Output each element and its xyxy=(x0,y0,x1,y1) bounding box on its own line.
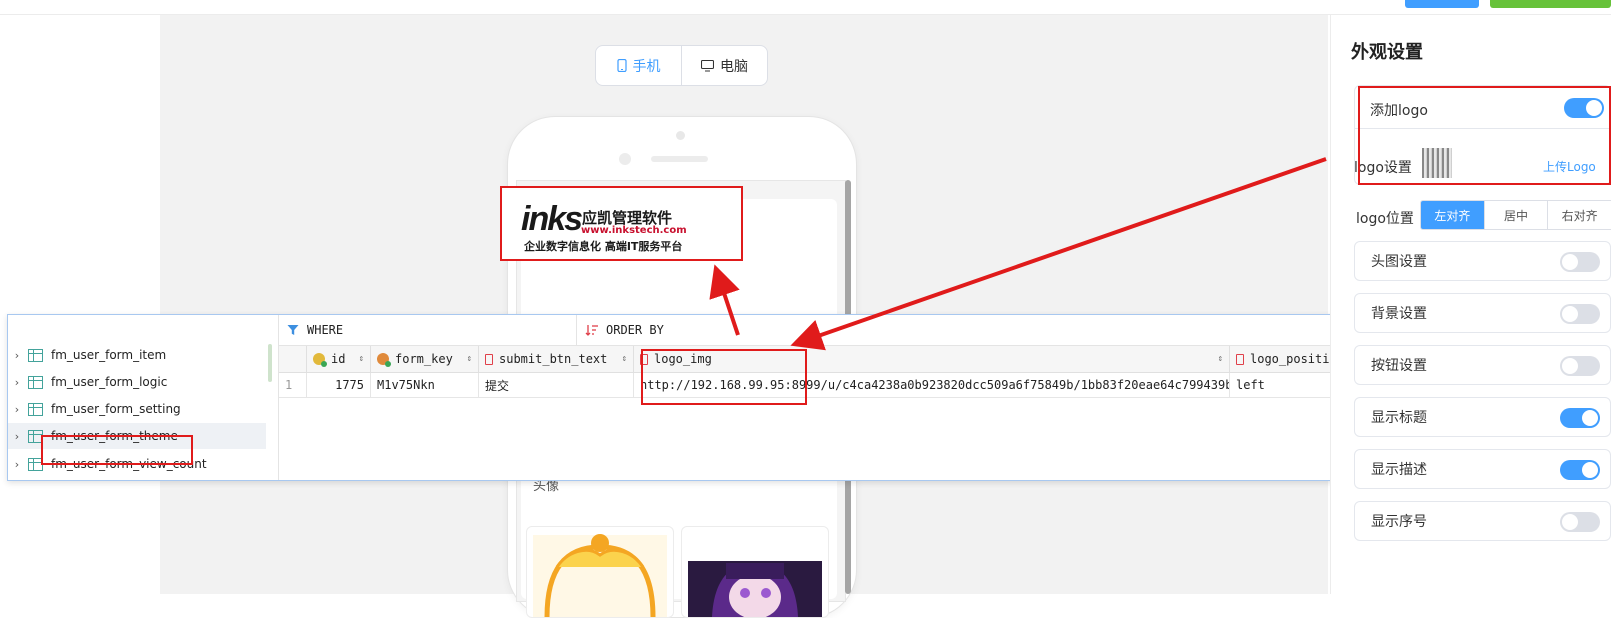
brand-slogan: 企业数字信息化 高端IT服务平台 xyxy=(524,240,683,253)
image-option-2[interactable] xyxy=(681,526,829,618)
chevron-right-icon[interactable]: › xyxy=(8,458,26,471)
grid-header: id ⇕ form_key ⇕ submit_btn_text ⇕ logo_i… xyxy=(279,346,1364,373)
banner-setting: 头图设置 xyxy=(1354,241,1611,281)
tree-item[interactable]: › fm_user_form_setting xyxy=(8,396,266,422)
banner-toggle[interactable] xyxy=(1560,252,1600,272)
table-icon xyxy=(28,402,43,416)
tree-item[interactable]: › fm_user_form_item xyxy=(8,342,266,368)
table-icon xyxy=(28,348,43,362)
anime-avatar-image xyxy=(533,534,667,617)
sort-toggle-icon[interactable]: ⇕ xyxy=(359,354,364,364)
show-description-setting: 显示描述 xyxy=(1354,449,1611,489)
phone-sensor xyxy=(619,153,631,165)
where-label: WHERE xyxy=(307,323,344,337)
show-index-toggle[interactable] xyxy=(1560,512,1600,532)
column-header[interactable]: submit_btn_text ⇕ xyxy=(479,346,634,372)
chevron-right-icon[interactable]: › xyxy=(8,403,26,416)
highlight-table-name xyxy=(41,435,193,465)
row-number-header xyxy=(279,346,307,372)
show-index-setting: 显示序号 xyxy=(1354,501,1611,541)
row-number: 1 xyxy=(279,373,307,397)
monitor-icon xyxy=(701,59,714,71)
highlight-logo-settings xyxy=(1358,86,1611,185)
image-option-1[interactable] xyxy=(526,526,674,618)
align-left-button[interactable]: 左对齐 xyxy=(1421,201,1484,229)
save-button[interactable] xyxy=(1490,0,1611,8)
column-icon xyxy=(485,353,493,365)
setting-label: 显示描述 xyxy=(1371,462,1427,478)
setting-label: 背景设置 xyxy=(1371,306,1427,322)
setting-label: 头图设置 xyxy=(1371,254,1427,270)
show-description-toggle[interactable] xyxy=(1560,460,1600,480)
tree-item-label: fm_user_form_item xyxy=(51,348,167,362)
filter-bar: WHERE ORDER BY xyxy=(279,315,1364,346)
sort-toggle-icon[interactable]: ⇕ xyxy=(1218,354,1223,364)
mobile-tab[interactable]: 手机 xyxy=(596,46,681,85)
table-row[interactable]: 1 1775 M1v75Nkn 提交 http://192.168.99.95:… xyxy=(279,373,1364,398)
column-name: submit_btn_text xyxy=(499,352,608,366)
divider xyxy=(576,315,577,345)
table-icon xyxy=(28,375,43,389)
desktop-tab-label: 电脑 xyxy=(720,58,748,75)
setting-label: 显示标题 xyxy=(1371,410,1427,426)
tree-item[interactable]: › fm_user_form_logic xyxy=(8,369,266,395)
logo-position-label: logo位置 xyxy=(1356,211,1414,227)
align-center-button[interactable]: 居中 xyxy=(1483,201,1548,229)
logo-position-group: 左对齐 居中 右对齐 xyxy=(1420,200,1611,230)
show-title-toggle[interactable] xyxy=(1560,408,1600,428)
background-setting: 背景设置 xyxy=(1354,293,1611,333)
setting-label: 显示序号 xyxy=(1371,514,1427,530)
button-setting: 按钮设置 xyxy=(1354,345,1611,385)
order-by-filter[interactable]: ORDER BY xyxy=(585,315,664,345)
cell-id[interactable]: 1775 xyxy=(307,373,371,397)
sort-toggle-icon[interactable]: ⇕ xyxy=(622,354,627,364)
tree-item-label: fm_user_form_setting xyxy=(51,402,181,416)
sort-toggle-icon[interactable]: ⇕ xyxy=(467,354,472,364)
panel-title: 外观设置 xyxy=(1351,42,1423,63)
phone-speaker xyxy=(651,156,708,162)
column-icon xyxy=(1236,353,1244,365)
setting-label: 按钮设置 xyxy=(1371,358,1427,374)
column-header[interactable]: form_key ⇕ xyxy=(371,346,479,372)
show-title-setting: 显示标题 xyxy=(1354,397,1611,437)
anime-avatar-image xyxy=(688,561,822,617)
preview-button[interactable] xyxy=(1405,0,1479,8)
top-toolbar xyxy=(0,0,1611,15)
device-switcher: 手机 电脑 xyxy=(595,45,768,86)
column-header[interactable]: id ⇕ xyxy=(307,346,371,372)
button-toggle[interactable] xyxy=(1560,356,1600,376)
chevron-right-icon[interactable]: › xyxy=(8,349,26,362)
tree-item-label: fm_user_form_logic xyxy=(51,375,168,389)
mobile-tab-label: 手机 xyxy=(632,58,661,75)
align-right-button[interactable]: 右对齐 xyxy=(1547,201,1611,229)
brand-url: www.inkstech.com xyxy=(581,225,687,236)
primary-key-icon xyxy=(313,353,327,367)
column-name: id xyxy=(331,352,346,366)
sort-icon xyxy=(585,325,598,336)
phone-camera xyxy=(676,131,685,140)
chevron-right-icon[interactable]: › xyxy=(8,376,26,389)
chevron-right-icon[interactable]: › xyxy=(8,430,26,443)
filter-icon xyxy=(287,325,299,335)
cell-form-key[interactable]: M1v75Nkn xyxy=(371,373,479,397)
mobile-icon xyxy=(616,59,627,72)
unique-key-icon xyxy=(377,353,391,367)
highlight-logo-img-column xyxy=(641,349,807,405)
brand-logo: inks xyxy=(521,200,583,238)
cell-submit-btn-text[interactable]: 提交 xyxy=(479,373,634,397)
tree-scrollbar[interactable] xyxy=(268,344,272,382)
background-toggle[interactable] xyxy=(1560,304,1600,324)
column-name: form_key xyxy=(395,352,453,366)
desktop-tab[interactable]: 电脑 xyxy=(681,46,767,85)
order-by-label: ORDER BY xyxy=(606,323,664,337)
where-filter[interactable]: WHERE xyxy=(287,315,343,345)
